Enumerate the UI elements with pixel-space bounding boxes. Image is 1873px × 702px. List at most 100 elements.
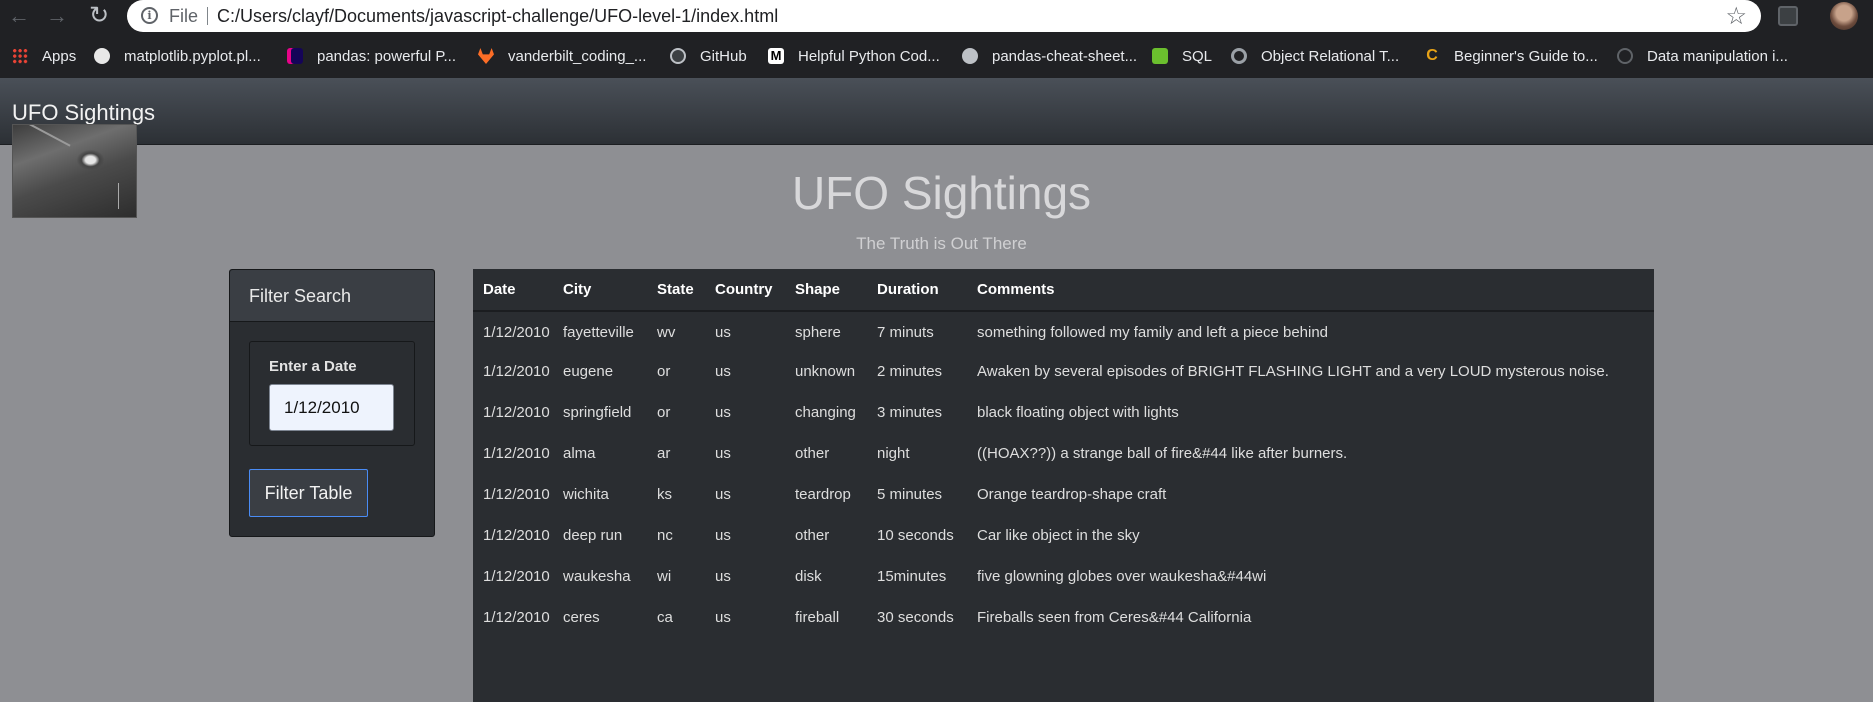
bookmark-data-manipulation[interactable]: Data manipulation i... [1617,45,1788,67]
browser-toolbar: ← → ↻ i File C:/Users/clayf/Documents/ja… [0,0,1873,34]
table-cell: deep run [563,527,623,544]
date-input[interactable] [269,384,394,431]
table-cell: 3 minutes [877,404,943,421]
column-header: Date [473,269,563,312]
guide-icon: C [1426,47,1438,64]
table-cell: alma [563,445,596,462]
pandas-icon [287,48,303,64]
table-row: 1/12/2010 waukesha wi us disk 15minutes five g… [473,556,1654,597]
table-cell: teardrop [795,486,851,503]
browser-chrome: ← → ↻ i File C:/Users/clayf/Documents/ja… [0,0,1873,78]
table-cell: wv [657,324,676,341]
forward-arrow-icon[interactable]: → [44,3,70,29]
apps-icon [12,48,28,64]
extension-icon[interactable] [1778,6,1798,26]
bookmark-label: Helpful Python Cod... [798,47,940,65]
table-cell: Fireballs seen from Ceres&#44 California [977,609,1252,626]
bookmark-apps[interactable]: Apps [12,45,76,67]
table-row: 1/12/2010 deep run nc us other 10 seconds Car … [473,515,1654,556]
table-cell: us [715,527,731,544]
table-cell: wichita [563,486,609,503]
bookmark-pandas[interactable]: pandas: powerful P... [287,45,456,67]
table-cell: Orange teardrop-shape craft [977,486,1167,503]
bookmark-label: pandas-cheat-sheet... [992,47,1138,65]
table-cell: us [715,486,731,503]
bookmark-star-icon[interactable]: ☆ [1725,2,1747,31]
bookmark-beginners-guide[interactable]: C Beginner's Guide to... [1424,45,1598,67]
filter-table-button[interactable]: Filter Table [249,469,368,517]
table-cell: ceres [563,609,600,626]
address-bar[interactable]: i File C:/Users/clayf/Documents/javascri… [127,0,1761,32]
table-cell: five glowning globes over waukesha&#44wi [977,568,1267,585]
table-cell: ca [657,609,673,626]
column-header: Country [715,269,795,312]
profile-avatar-icon[interactable] [1830,2,1858,30]
table-cell: night [877,445,910,462]
table-cell: black floating object with lights [977,404,1179,421]
table-cell: us [715,445,731,462]
reload-icon[interactable]: ↻ [86,3,112,29]
filter-panel: Filter Search Enter a Date Filter Table [229,269,435,537]
table-cell: Awaken by several episodes of BRIGHT FLA… [977,363,1609,380]
table-cell: 5 minutes [877,486,943,503]
table-row: 1/12/2010 wichita ks us teardrop 5 minutes Ora… [473,474,1654,515]
bookmark-sql[interactable]: SQL [1152,45,1212,67]
table-cell: 1/12/2010 [483,324,550,341]
table-cell: us [715,568,731,585]
table-row: 1/12/2010 alma ar us other night ((HOAX??)) a … [473,433,1654,474]
filter-form: Enter a Date [249,341,415,446]
table-row: 1/12/2010 springfield or us changing 3 minute… [473,392,1654,433]
table-cell: 1/12/2010 [483,445,550,462]
table-cell: us [715,363,731,380]
url-scheme: File [169,6,199,26]
column-header: Shape [795,269,877,312]
bookmark-github[interactable]: GitHub [670,45,747,67]
column-header: Duration [877,269,977,312]
table-cell: us [715,324,731,341]
back-arrow-icon[interactable]: ← [6,3,32,29]
navbar-brand[interactable]: UFO Sightings [12,100,155,126]
bookmark-label: SQL [1182,47,1213,65]
table-cell: 30 seconds [877,609,954,626]
page-subtitle: The Truth is Out There [856,234,1027,253]
bookmark-label: Beginner's Guide to... [1454,47,1598,65]
table-cell: ks [657,486,672,503]
table-cell: 7 minuts [877,324,934,341]
table-cell: fayetteville [563,324,634,341]
gitlab-icon [478,48,494,64]
table-cell: 2 minutes [877,363,943,380]
bookmarks-bar: Apps matplotlib.pyplot.pl... pandas: pow… [0,42,1873,70]
bookmark-helpful-python[interactable]: M Helpful Python Cod... [768,45,940,67]
table-cell: eugene [563,363,614,380]
table-cell: us [715,609,731,626]
table-cell: us [715,404,731,421]
column-header: Comments [977,269,1654,312]
bookmark-label: matplotlib.pyplot.pl... [124,47,261,65]
table-cell: 1/12/2010 [483,486,550,503]
medium-icon: M [768,48,784,64]
table-cell: or [657,363,671,380]
github-icon [670,48,686,64]
column-header: State [657,269,715,312]
filter-panel-heading: Filter Search [230,270,434,322]
table-cell: 15minutes [877,568,947,585]
navbar: UFO Sightings [0,78,1873,145]
table-cell: waukesha [563,568,631,585]
bookmark-matplotlib[interactable]: matplotlib.pyplot.pl... [94,45,261,67]
bookmark-object-relational[interactable]: Object Relational T... [1231,45,1399,67]
table-cell: fireball [795,609,840,626]
address-divider [207,7,208,25]
table-header-row: Date City State Country Shape Duration C… [473,269,1654,312]
bookmark-vanderbilt[interactable]: vanderbilt_coding_... [478,45,646,67]
url-text[interactable]: C:/Users/clayf/Documents/javascript-chal… [217,6,778,27]
date-label: Enter a Date [269,358,357,375]
table-cell: 1/12/2010 [483,363,550,380]
data-icon [1617,48,1633,64]
table-cell: ((HOAX??)) a strange ball of fire&#44 li… [977,445,1348,462]
bookmark-label: GitHub [700,47,747,65]
table-cell: 1/12/2010 [483,568,550,585]
table-body: 1/12/2010 fayetteville wv us sphere 7 minuts s… [473,311,1654,638]
table-cell: unknown [795,363,856,380]
info-icon[interactable]: i [141,7,158,24]
bookmark-pandas-cheat-sheet[interactable]: pandas-cheat-sheet... [962,45,1137,67]
